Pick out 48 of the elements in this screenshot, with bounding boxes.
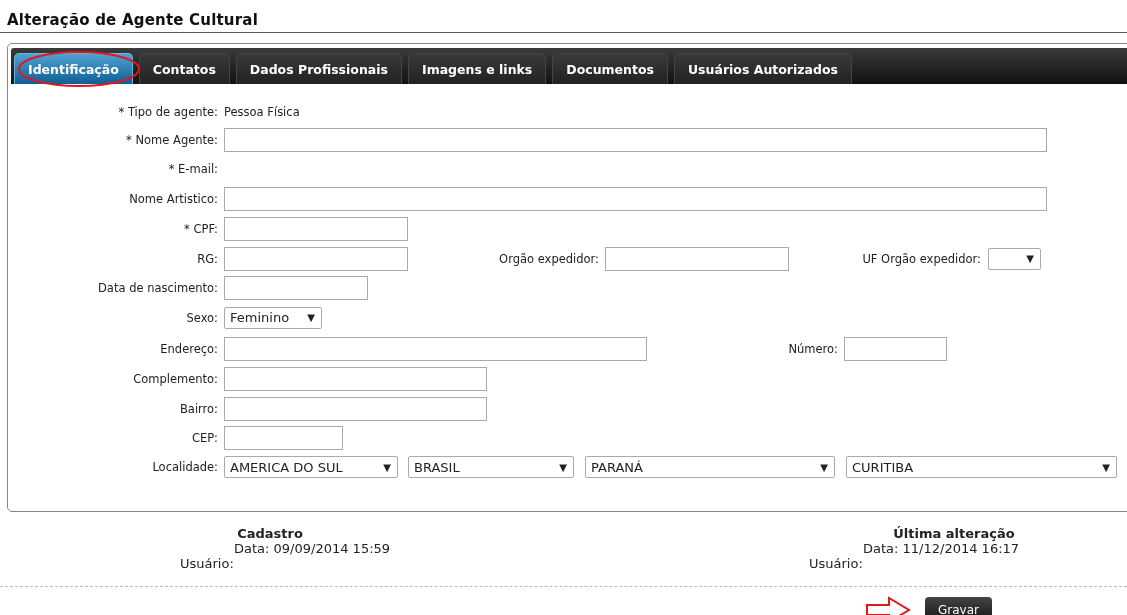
tab[interactable]: Documentos (552, 53, 668, 84)
input-field[interactable] (605, 246, 789, 271)
field-label: Complemento: (132, 372, 218, 386)
field-label: Orgão expedidor: (498, 251, 599, 266)
field-label: * CPF: (183, 222, 218, 236)
input-field[interactable] (224, 275, 368, 300)
field-label: * Nome Agente: (125, 133, 218, 147)
input-field[interactable] (224, 186, 1047, 211)
field-value: Pessoa Física (224, 105, 300, 119)
field-label: Nome Artistico: (128, 191, 218, 206)
save-button[interactable]: Gravar (925, 596, 992, 615)
input-field[interactable] (844, 336, 947, 361)
input-field[interactable] (224, 336, 647, 361)
dropdown[interactable]: CURITIBA ▼ (846, 456, 1117, 478)
page-title: Alteração de Agente Cultural (7, 11, 258, 29)
field-label: CEP: (190, 430, 218, 445)
field-label: Endereço: (159, 341, 218, 356)
tab[interactable]: Identificação (14, 53, 133, 84)
section-heading: Cadastro (237, 526, 303, 541)
input-field[interactable] (224, 396, 487, 421)
tab[interactable]: Imagens e links (408, 53, 547, 84)
tab[interactable]: Dados Profissionais (235, 53, 402, 84)
tab[interactable]: Usuários Autorizados (673, 53, 852, 84)
input-field[interactable] (224, 425, 343, 450)
dropdown[interactable]: PARANÁ ▼ (585, 456, 835, 478)
field-label: UF Orgão expedidor: (861, 251, 981, 266)
field-label: Bairro: (178, 401, 218, 416)
dropdown[interactable]: ▼ (988, 247, 1041, 270)
field-label: Data de nascimento: (97, 280, 218, 295)
section-heading: Última alteração (893, 526, 1015, 541)
user-label: Usuário: (180, 556, 235, 571)
input-field[interactable] (224, 367, 487, 391)
field-label: Sexo: (185, 310, 218, 325)
field-label: RG: (196, 251, 218, 266)
field-label: * Tipo de agente: (117, 105, 218, 119)
field-label: * E-mail: (167, 162, 218, 176)
input-field[interactable] (224, 128, 1047, 152)
field-label: Localidade: (151, 460, 218, 474)
field-label: Número: (787, 341, 838, 356)
date-text: Data: 09/09/2014 15:59 (234, 541, 392, 556)
dropdown[interactable]: BRASIL ▼ (408, 456, 574, 478)
input-field[interactable] (224, 217, 408, 241)
dropdown[interactable]: Feminino ▼ (224, 306, 322, 329)
date-text: Data: 11/12/2014 16:17 (863, 541, 1021, 556)
dropdown[interactable]: AMERICA DO SUL ▼ (224, 456, 398, 478)
input-field[interactable] (224, 246, 408, 271)
tab[interactable]: Contatos (138, 53, 230, 84)
user-label: Usuário: (809, 556, 864, 571)
